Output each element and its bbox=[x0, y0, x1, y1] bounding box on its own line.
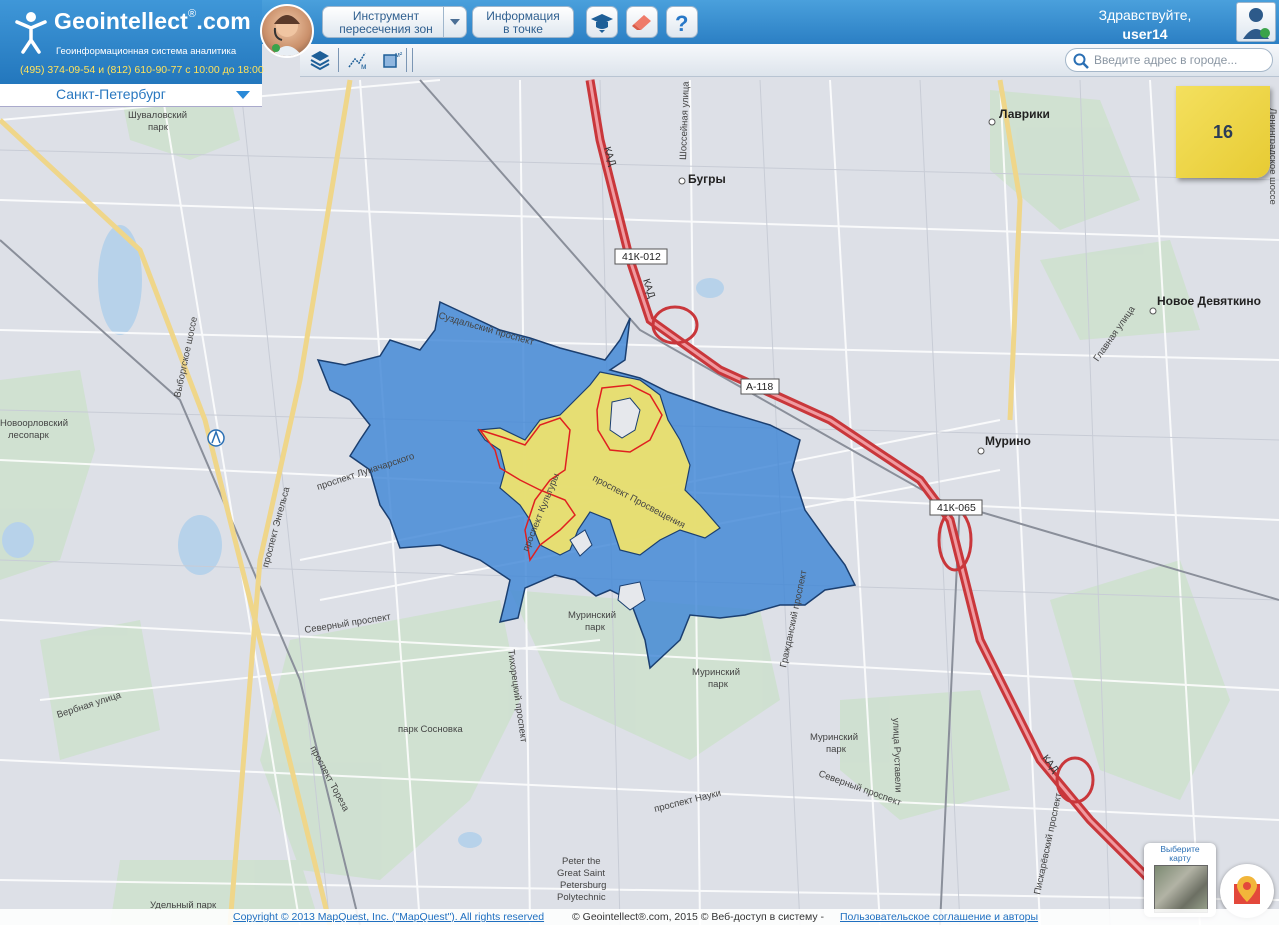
point-info-button[interactable]: Информация в точке bbox=[472, 6, 574, 38]
map-canvas[interactable]: Лаврики Бугры Новое Девяткино Мурино Шув… bbox=[0, 0, 1279, 925]
map-type-selector[interactable]: Выберите карту bbox=[1144, 843, 1216, 917]
greeting-text: Здравствуйте, bbox=[1098, 7, 1192, 23]
measure-distance-icon: м bbox=[348, 52, 367, 71]
zoom-level-note: 16 bbox=[1176, 86, 1270, 178]
place-label-lavriki: Лаврики bbox=[999, 107, 1050, 121]
clear-button[interactable] bbox=[626, 6, 658, 38]
logo-panel: Geointellect®.com Геоинформационная сист… bbox=[0, 0, 264, 84]
svg-text:?: ? bbox=[675, 11, 688, 34]
place-label-novoe-devyatkino: Новое Девяткино bbox=[1157, 294, 1261, 308]
street-label: парк bbox=[826, 744, 847, 755]
metro-icon bbox=[207, 429, 225, 447]
street-label: Муринский bbox=[692, 667, 740, 678]
help-button[interactable]: ? bbox=[666, 6, 698, 38]
toolbar-divider bbox=[338, 48, 339, 72]
mapquest-copyright-link[interactable]: Copyright © 2013 MapQuest, Inc. ("MapQue… bbox=[233, 911, 544, 923]
layers-icon bbox=[310, 51, 330, 71]
street-label: Шуваловский bbox=[128, 110, 187, 121]
user-profile-button[interactable] bbox=[1236, 2, 1276, 42]
map-type-label: Выберите карту bbox=[1160, 844, 1200, 863]
svg-text:м: м bbox=[361, 62, 367, 71]
place-label-bugry: Бугры bbox=[688, 172, 726, 186]
footer: Copyright © 2013 MapQuest, Inc. ("MapQue… bbox=[0, 909, 1279, 925]
tutorial-button[interactable] bbox=[586, 6, 618, 38]
user-greeting: Здравствуйте, user14 bbox=[1070, 6, 1220, 44]
support-operator-icon bbox=[272, 15, 302, 56]
username: user14 bbox=[1122, 26, 1168, 42]
support-avatar[interactable] bbox=[260, 4, 314, 58]
user-icon bbox=[1243, 8, 1270, 39]
chevron-down-icon bbox=[236, 91, 250, 99]
street-label: парк bbox=[585, 622, 606, 633]
search-placeholder: Введите адрес в городе... bbox=[1094, 53, 1238, 67]
street-label: Муринский bbox=[568, 610, 616, 621]
measure-distance-button[interactable]: м bbox=[346, 48, 370, 72]
measure-area-button[interactable]: м² bbox=[380, 48, 404, 72]
graduation-cap-icon bbox=[591, 14, 613, 33]
street-label: парк bbox=[148, 122, 169, 133]
street-label: лесопарк bbox=[8, 430, 50, 441]
toolbar-divider bbox=[412, 48, 413, 72]
zone-intersection-tool-button[interactable]: Инструмент пересечения зон bbox=[322, 6, 467, 38]
address-search-input[interactable]: Введите адрес в городе... bbox=[1065, 48, 1273, 72]
zoom-level-value: 16 bbox=[1212, 122, 1234, 142]
svg-text:м²: м² bbox=[395, 52, 403, 59]
road-shield: А-118 bbox=[746, 381, 773, 393]
toolbar-divider bbox=[406, 48, 407, 72]
city-select-value: Санкт-Петербург bbox=[56, 86, 166, 102]
footer-copyright: © Geointellect®.com, 2015 © Веб-доступ в… bbox=[572, 911, 824, 923]
eraser-icon bbox=[632, 15, 651, 30]
place-label-murino: Мурино bbox=[985, 434, 1031, 448]
street-label: Муринский bbox=[810, 732, 858, 743]
measure-area-icon: м² bbox=[383, 52, 403, 68]
layers-button[interactable] bbox=[308, 48, 332, 72]
street-label: парк bbox=[708, 679, 729, 690]
contact-phone: (495) 374-09-54 и (812) 610-90-77 с 10:0… bbox=[20, 64, 264, 76]
logo-title[interactable]: Geointellect®.com bbox=[54, 8, 251, 35]
chevron-down-icon[interactable] bbox=[443, 7, 466, 37]
btn-label-line2: пересечения зон bbox=[339, 22, 433, 36]
logo-figure-icon bbox=[15, 12, 47, 54]
street-label: Polytechnic bbox=[557, 892, 606, 903]
street-label: Новоорловский bbox=[0, 418, 68, 429]
street-label: Great Saint bbox=[557, 868, 605, 879]
road-shield: 41К-012 bbox=[622, 251, 661, 263]
satellite-thumbnail[interactable] bbox=[1154, 865, 1208, 913]
logo-subtitle: Геоинформационная система аналитика bbox=[56, 46, 237, 57]
street-label: Petersburg bbox=[560, 880, 606, 891]
city-select[interactable]: Санкт-Петербург bbox=[0, 84, 262, 107]
btn-label-line2: в точке bbox=[503, 22, 543, 36]
search-icon bbox=[1073, 53, 1089, 69]
street-label: Peter the bbox=[562, 856, 601, 867]
terms-link[interactable]: Пользовательское соглашение и авторы bbox=[840, 911, 1038, 923]
help-icon: ? bbox=[675, 11, 688, 34]
road-shield: 41К-065 bbox=[937, 502, 976, 514]
street-label: парк Сосновка bbox=[398, 724, 463, 735]
